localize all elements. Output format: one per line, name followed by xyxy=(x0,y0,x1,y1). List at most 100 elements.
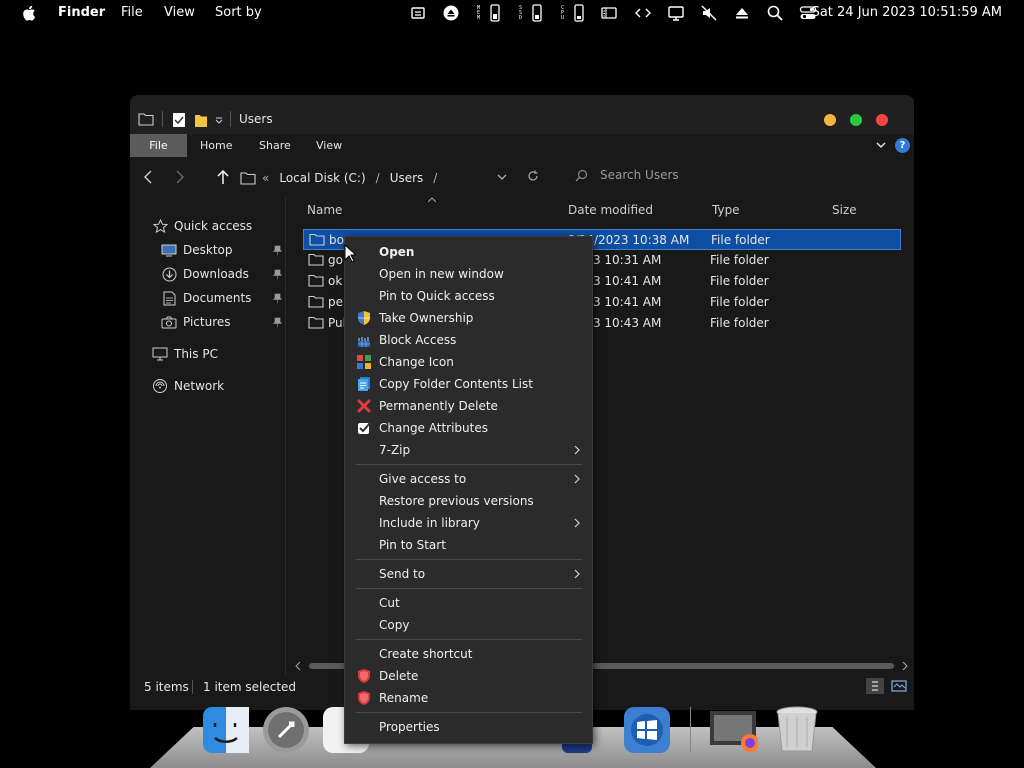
monitor-icon[interactable] xyxy=(667,4,685,22)
ribbon-tabs: File Home Share View ? xyxy=(130,134,914,157)
menu-item-restore-previous-versions[interactable]: Restore previous versions xyxy=(345,490,592,512)
refresh-icon[interactable] xyxy=(527,170,539,182)
finder-icon[interactable] xyxy=(201,705,251,755)
eject-circle-icon[interactable] xyxy=(442,4,460,22)
menu-item-delete[interactable]: Delete xyxy=(345,665,592,687)
nav-network[interactable]: Network xyxy=(152,376,224,396)
sidebar-list-icon[interactable] xyxy=(600,4,618,22)
tab-home[interactable]: Home xyxy=(200,134,232,157)
menu-item-label: Send to xyxy=(379,567,426,581)
menu-item-open-in-new-window[interactable]: Open in new window xyxy=(345,263,592,285)
menu-item-change-attributes[interactable]: Change Attributes xyxy=(345,417,592,439)
menu-item-properties[interactable]: Properties xyxy=(345,716,592,738)
selection-count: 1 item selected xyxy=(203,680,297,694)
clock[interactable]: Sat 24 Jun 2023 10:51:59 AM xyxy=(812,5,1002,20)
launchpad-icon[interactable] xyxy=(261,705,311,755)
menu-item-7-zip[interactable]: 7-Zip xyxy=(345,439,592,461)
mute-icon[interactable] xyxy=(700,4,718,22)
file-type: File folder xyxy=(711,233,770,247)
ssd-gauge-icon[interactable] xyxy=(528,4,546,22)
new-folder-icon[interactable] xyxy=(194,112,208,128)
nav-documents[interactable]: Documents xyxy=(161,288,251,308)
scroll-left-icon[interactable] xyxy=(295,662,301,670)
address-history-chevron-icon[interactable] xyxy=(497,173,507,181)
menu-separator xyxy=(356,559,582,560)
menu-item-give-access-to[interactable]: Give access to xyxy=(345,468,592,490)
menu-item-label: Take Ownership xyxy=(379,311,474,325)
menu-item-label: Open xyxy=(379,245,415,259)
minimize-button[interactable] xyxy=(824,114,836,126)
cpu-gauge-icon[interactable] xyxy=(570,4,588,22)
submenu-arrow-icon xyxy=(574,518,580,528)
folder-icon xyxy=(308,274,324,287)
screenshot-thumbnail-icon[interactable] xyxy=(708,705,758,755)
code-icon[interactable] xyxy=(634,4,652,22)
menu-item-permanently-delete[interactable]: Permanently Delete xyxy=(345,395,592,417)
windows-logo-icon[interactable] xyxy=(622,705,672,755)
context-menu: Open Open in new window Pin to Quick acces… xyxy=(344,236,593,744)
tab-file[interactable]: File xyxy=(130,134,187,157)
column-date-modified[interactable]: Date modified xyxy=(568,203,653,217)
menu-item-take-ownership[interactable]: Take Ownership xyxy=(345,307,592,329)
red-x-icon xyxy=(356,398,372,414)
menu-item-cut[interactable]: Cut xyxy=(345,592,592,614)
menu-item-copy[interactable]: Copy xyxy=(345,614,592,636)
menu-item-rename[interactable]: Rename xyxy=(345,687,592,709)
up-arrow-icon[interactable] xyxy=(216,169,230,185)
search-icon[interactable] xyxy=(766,4,784,22)
forward-arrow-icon[interactable] xyxy=(172,169,186,185)
tab-share[interactable]: Share xyxy=(259,134,291,157)
breadcrumb-local-disk[interactable]: Local Disk (C:) xyxy=(279,171,365,185)
display-icon[interactable] xyxy=(409,4,427,22)
menu-item-send-to[interactable]: Send to xyxy=(345,563,592,585)
nav-quick-access[interactable]: Quick access xyxy=(152,216,252,236)
menu-item-change-icon[interactable]: Change Icon xyxy=(345,351,592,373)
folder-outline-icon[interactable] xyxy=(138,112,154,126)
column-size[interactable]: Size xyxy=(832,203,857,217)
breadcrumb[interactable]: « Local Disk (C:) / Users / xyxy=(240,169,447,187)
menu-item-label: Pin to Quick access xyxy=(379,289,495,303)
customize-qa-icon[interactable] xyxy=(215,117,223,125)
help-button[interactable]: ? xyxy=(895,138,910,153)
menu-item-label: Rename xyxy=(379,691,429,705)
nav-desktop[interactable]: Desktop xyxy=(161,240,233,260)
nav-pictures[interactable]: Pictures xyxy=(161,312,231,332)
menu-item-copy-folder-contents-list[interactable]: Copy Folder Contents List xyxy=(345,373,592,395)
submenu-arrow-icon xyxy=(574,569,580,579)
chevron-down-icon[interactable] xyxy=(876,140,886,150)
menu-item-pin-to-quick-access[interactable]: Pin to Quick access xyxy=(345,285,592,307)
mem-label: M E M xyxy=(477,4,481,21)
menu-item-pin-to-start[interactable]: Pin to Start xyxy=(345,534,592,556)
close-button[interactable] xyxy=(876,114,888,126)
properties-check-icon[interactable] xyxy=(172,112,186,128)
breadcrumb-overflow[interactable]: « xyxy=(262,171,269,185)
back-arrow-icon[interactable] xyxy=(142,169,156,185)
menu-separator xyxy=(356,588,582,589)
breadcrumb-users[interactable]: Users xyxy=(390,171,424,185)
menu-item-create-shortcut[interactable]: Create shortcut xyxy=(345,643,592,665)
scroll-right-icon[interactable] xyxy=(902,662,908,670)
menu-item-block-access[interactable]: Block Access xyxy=(345,329,592,351)
pin-icon xyxy=(273,293,282,303)
folder-icon xyxy=(308,316,324,329)
trash-icon[interactable] xyxy=(772,705,822,755)
menu-item-open[interactable]: Open xyxy=(345,241,592,263)
details-view-icon[interactable] xyxy=(866,678,884,694)
nav-this-pc[interactable]: This PC xyxy=(152,344,218,364)
search-input[interactable]: Search Users xyxy=(575,168,679,182)
column-type[interactable]: Type xyxy=(712,203,740,217)
nav-downloads[interactable]: Downloads xyxy=(161,264,249,284)
mem-gauge-icon[interactable] xyxy=(486,4,504,22)
tab-view[interactable]: View xyxy=(316,134,342,157)
shield-red-icon xyxy=(356,690,372,706)
camera-icon xyxy=(161,314,177,330)
maximize-button[interactable] xyxy=(850,114,862,126)
palette-icon xyxy=(356,354,372,370)
eject-icon[interactable] xyxy=(733,4,751,22)
column-name[interactable]: Name xyxy=(307,203,342,217)
menu-item-include-in-library[interactable]: Include in library xyxy=(345,512,592,534)
large-icons-view-icon[interactable] xyxy=(890,678,908,694)
title-bar: Users xyxy=(130,95,914,134)
menu-item-label: Copy xyxy=(379,618,410,632)
shield-icon xyxy=(356,310,372,326)
